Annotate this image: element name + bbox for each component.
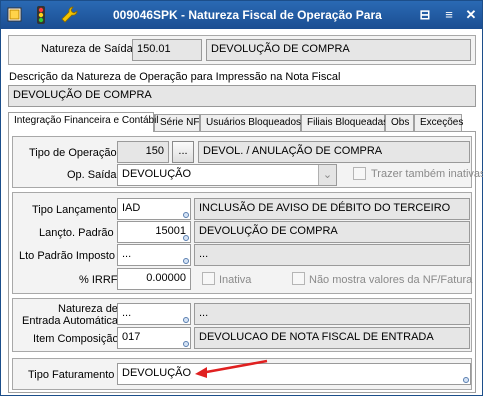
op-saida-select[interactable]: DEVOLUÇÃO ⌄: [117, 164, 337, 186]
lto-padrao-imposto-code-field[interactable]: ...: [117, 244, 191, 266]
tipo-operacao-lookup-button[interactable]: ...: [172, 141, 194, 163]
inativa-label: Inativa: [219, 274, 252, 286]
tipo-faturamento-value: DEVOLUÇÃO: [122, 367, 192, 379]
restore-icon[interactable]: ⊟: [417, 7, 433, 23]
op-saida-value: DEVOLUÇÃO: [122, 168, 192, 180]
tab-usuarios-bloqueados[interactable]: Usuários Bloqueados: [200, 114, 301, 132]
tipo-lancamento-label: Tipo Lançamento: [32, 204, 117, 216]
tab-serie-nf[interactable]: Série NF: [154, 114, 200, 132]
tipo-operacao-code-field[interactable]: 150: [117, 141, 169, 163]
lto-padrao-imposto-desc-field: ...: [194, 244, 470, 266]
lookup-icon[interactable]: [183, 258, 189, 264]
natureza-entrada-label-2: Entrada Automática: [22, 315, 119, 327]
lancto-padrao-label: Lançto. Padrão: [39, 227, 114, 239]
tab-obs[interactable]: Obs: [385, 114, 414, 132]
item-composicao-desc-field: DEVOLUCAO DE NOTA FISCAL DE ENTRADA: [194, 327, 470, 349]
lto-padrao-imposto-code: ...: [122, 248, 132, 260]
tab-integracao[interactable]: Integração Financeira e Contábil: [8, 112, 159, 132]
tipo-faturamento-label: Tipo Faturamento: [28, 369, 115, 381]
tab-excecoes[interactable]: Exceções: [414, 114, 463, 132]
item-composicao-code-field[interactable]: 017: [117, 327, 191, 349]
trazer-inativas-checkbox[interactable]: [353, 167, 366, 180]
tipo-faturamento-field[interactable]: DEVOLUÇÃO: [117, 363, 471, 385]
lookup-icon[interactable]: [463, 377, 469, 383]
lookup-icon[interactable]: [183, 235, 189, 241]
lto-padrao-imposto-label: Lto Padrão Imposto: [19, 250, 116, 262]
natureza-desc-field: DEVOLUÇÃO DE COMPRA: [206, 39, 471, 61]
natureza-entrada-code: ...: [122, 307, 132, 319]
close-icon[interactable]: ✕: [463, 7, 479, 23]
annotation-arrow-icon: [195, 359, 268, 378]
lancto-padrao-desc-field: DEVOLUÇÃO DE COMPRA: [194, 221, 470, 243]
lookup-icon[interactable]: [183, 212, 189, 218]
lookup-icon[interactable]: [183, 317, 189, 323]
chevron-down-icon[interactable]: ⌄: [318, 165, 336, 185]
natureza-entrada-code-field[interactable]: ...: [117, 303, 191, 325]
tipo-lancamento-code: IAD: [122, 202, 141, 214]
dialog-window: 009046SPK - Natureza Fiscal de Operação …: [0, 0, 483, 396]
menu-icon[interactable]: ≡: [441, 7, 457, 23]
checkbox-square-icon[interactable]: [5, 5, 25, 25]
lancto-padrao-code: 15001: [155, 225, 186, 237]
window-title: 009046SPK - Natureza Fiscal de Operação …: [113, 8, 382, 22]
item-composicao-code: 017: [122, 331, 141, 343]
nao-mostra-checkbox[interactable]: [292, 272, 305, 285]
inativa-checkbox[interactable]: [202, 272, 215, 285]
tipo-operacao-desc-field: DEVOL. / ANULAÇÃO DE COMPRA: [198, 141, 470, 163]
item-composicao-label: Item Composição: [33, 333, 119, 345]
lancto-padrao-code-field[interactable]: 15001: [117, 221, 191, 243]
traffic-light-icon[interactable]: [31, 5, 51, 25]
tipo-lancamento-code-field[interactable]: IAD: [117, 198, 191, 220]
nao-mostra-label: Não mostra valores da NF/Fatura: [309, 274, 473, 286]
natureza-code-field[interactable]: 150.01: [132, 39, 202, 61]
natureza-label: Natureza de Saída: [41, 43, 133, 55]
descricao-label: Descrição da Natureza de Operação para I…: [9, 71, 341, 83]
tipo-operacao-label: Tipo de Operação: [29, 147, 117, 159]
tipo-lancamento-desc-field: INCLUSÃO DE AVISO DE DÉBITO DO TERCEIRO: [194, 198, 470, 220]
tab-filiais-bloqueadas[interactable]: Filiais Bloqueadas: [301, 114, 388, 132]
trazer-inativas-label: Trazer também inativas: [371, 168, 483, 180]
natureza-entrada-label-1: Natureza de: [58, 303, 118, 315]
irrf-field[interactable]: 0.00000: [117, 268, 191, 290]
descricao-field[interactable]: DEVOLUÇÃO DE COMPRA: [8, 85, 476, 107]
wrench-icon[interactable]: [59, 5, 79, 25]
irrf-label: % IRRF: [79, 274, 118, 286]
op-saida-label: Op. Saída: [67, 169, 117, 181]
natureza-entrada-desc-field: ...: [194, 303, 470, 325]
title-bar: 009046SPK - Natureza Fiscal de Operação …: [1, 1, 482, 29]
lookup-icon[interactable]: [183, 341, 189, 347]
